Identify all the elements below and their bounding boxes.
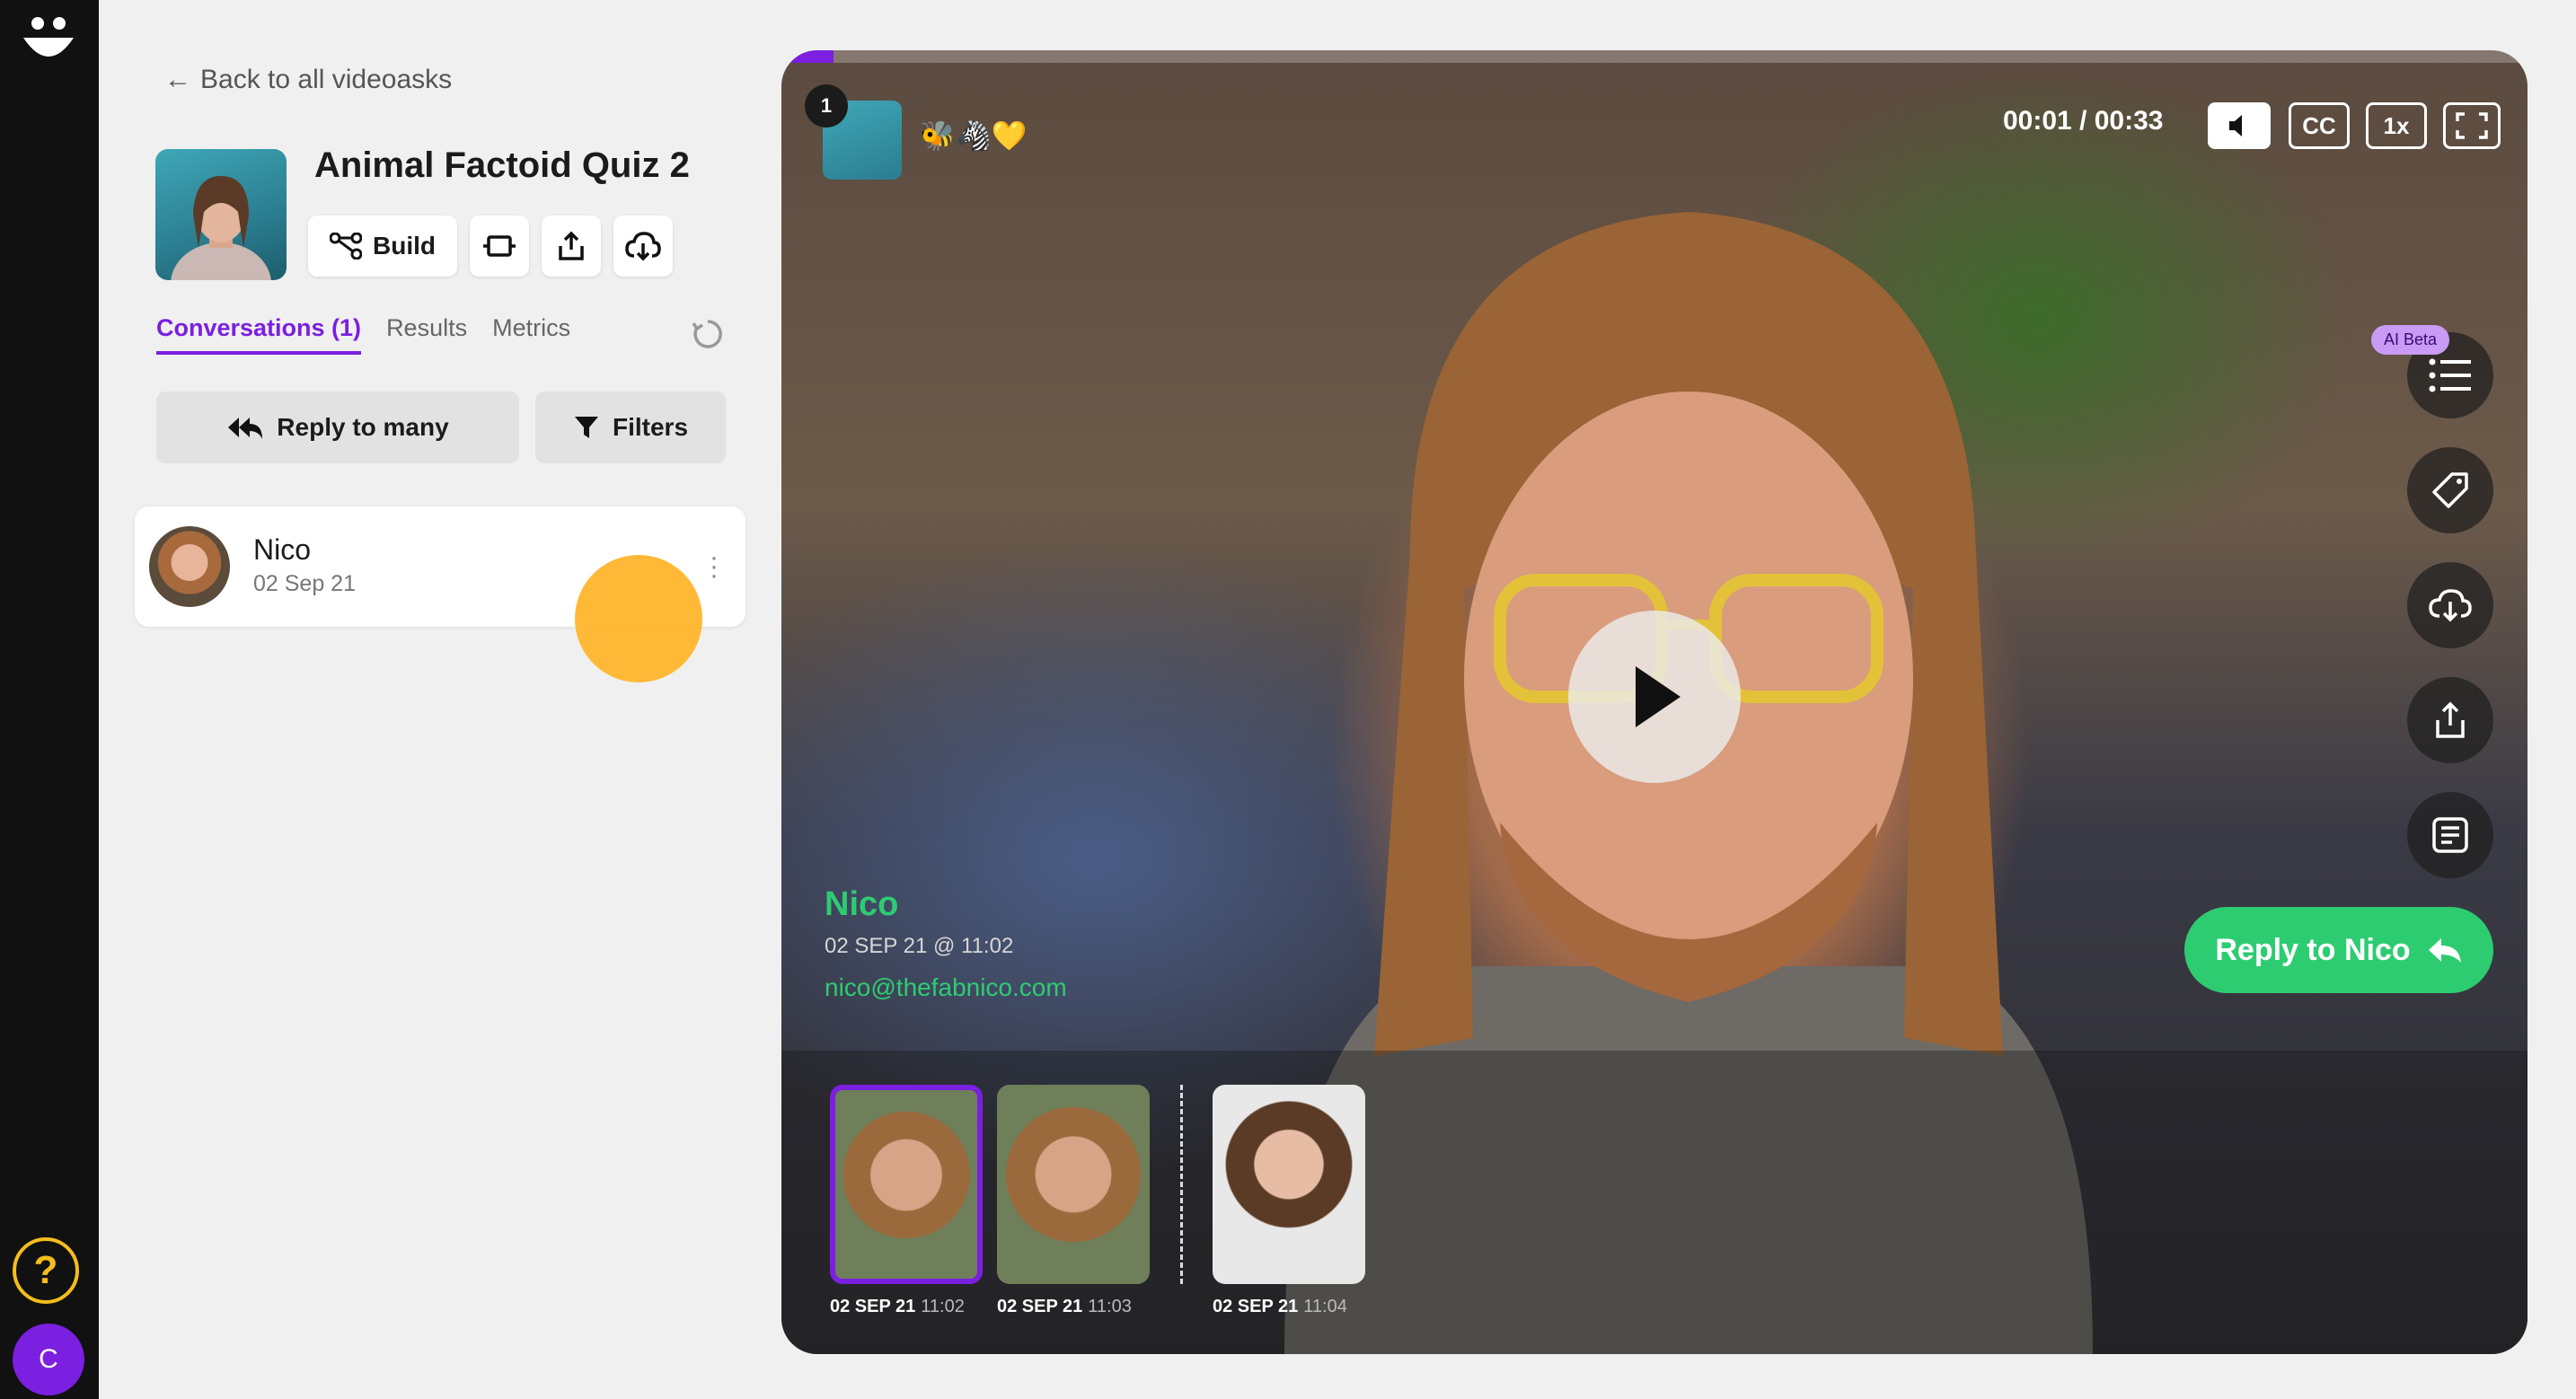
reply-to-many-label: Reply to many (277, 413, 449, 441)
conversation-name: Nico (253, 533, 312, 566)
tag-icon (2432, 472, 2468, 508)
share-video-button[interactable] (2407, 677, 2493, 763)
back-link-label: Back to all videoasks (200, 65, 453, 94)
presenter-thumbnail-image (171, 176, 271, 280)
playback-speed-button[interactable]: 1x (2366, 102, 2427, 149)
cloud-download-icon (625, 232, 661, 261)
tab-conversations[interactable]: Conversations (1) (156, 314, 362, 355)
clip-label: 02 SEP 21 11:03 (997, 1297, 1132, 1316)
more-options-icon[interactable]: · · · (710, 544, 719, 589)
play-icon (1636, 666, 1681, 727)
clip-label: 02 SEP 21 11:04 (1213, 1297, 1347, 1316)
mute-button[interactable] (2208, 102, 2271, 149)
captions-button[interactable]: CC (2289, 102, 2350, 149)
ai-beta-badge: AI Beta (2371, 325, 2450, 355)
clip-image (997, 1085, 1150, 1284)
help-button[interactable]: ? (13, 1237, 79, 1304)
step-number-badge: 1 (805, 84, 848, 128)
tab-results[interactable]: Results (386, 314, 467, 355)
progress-track[interactable] (781, 50, 2527, 63)
back-link[interactable]: ← Back to all videoasks (164, 65, 452, 95)
download-button[interactable] (613, 216, 673, 277)
share-button[interactable] (542, 216, 601, 277)
app-rail: ? C (0, 0, 99, 1399)
fullscreen-icon (2456, 112, 2488, 139)
clip-label: 02 SEP 21 11:02 (830, 1297, 965, 1316)
clip-divider (1180, 1085, 1183, 1284)
videoask-thumbnail[interactable] (155, 149, 287, 280)
step-title: 🐝🦓💛 (920, 119, 1028, 152)
clip-thumbnail[interactable]: 02 SEP 21 11:04 (1213, 1085, 1365, 1317)
progress-fill (781, 50, 834, 63)
conversation-date: 02 Sep 21 (253, 571, 356, 596)
embed-icon (483, 235, 516, 257)
playback-time: 00:01 / 00:33 (2003, 106, 2164, 136)
reply-button-label: Reply to Nico (2215, 932, 2411, 967)
list-icon (2429, 358, 2471, 392)
tab-metrics[interactable]: Metrics (492, 314, 570, 355)
transcript-icon (2432, 817, 2468, 853)
cursor-highlight (575, 555, 702, 682)
filters-label: Filters (612, 413, 689, 441)
responder-email[interactable]: nico@thefabnico.com (825, 973, 1067, 1002)
smiley-logo-icon[interactable] (20, 13, 77, 66)
tag-button[interactable] (2407, 447, 2493, 533)
fullscreen-button[interactable] (2443, 102, 2501, 149)
clip-thumbnail[interactable]: 02 SEP 21 11:02 (830, 1085, 983, 1317)
share-icon (2436, 701, 2465, 738)
filter-icon (574, 417, 598, 438)
play-button[interactable] (1568, 611, 1741, 783)
page-title: Animal Factoid Quiz 2 (314, 145, 690, 185)
reply-to-nico-button[interactable]: Reply to Nico (2184, 907, 2493, 993)
embed-button[interactable] (470, 216, 529, 277)
responder-datetime: 02 SEP 21 @ 11:02 (825, 934, 1014, 958)
responder-name: Nico (825, 885, 899, 923)
clip-image (1213, 1085, 1365, 1284)
refresh-icon[interactable] (690, 316, 726, 352)
avatar (149, 526, 230, 607)
arrow-left-icon: ← (164, 65, 191, 94)
clip-image (830, 1085, 983, 1284)
user-avatar-button[interactable]: C (13, 1324, 84, 1395)
reply-icon (2428, 938, 2461, 963)
conversation-actions: Reply to many Filters (156, 392, 726, 463)
reply-to-many-button[interactable]: Reply to many (156, 392, 519, 463)
transcript-button[interactable] (2407, 792, 2493, 878)
build-button-label: Build (373, 232, 436, 260)
conversation-tabs: Conversations (1) Results Metrics (156, 314, 570, 355)
filters-button[interactable]: Filters (535, 392, 726, 463)
video-player[interactable]: 1 🐝🦓💛 00:01 / 00:33 CC 1x AI Beta Nico 0… (781, 50, 2527, 1354)
flow-icon (330, 233, 362, 260)
download-video-button[interactable] (2407, 562, 2493, 648)
reply-all-icon (228, 418, 263, 439)
speaker-icon (2229, 115, 2242, 136)
share-icon (559, 231, 584, 260)
build-button[interactable]: Build (308, 216, 457, 277)
cloud-download-icon (2429, 589, 2472, 622)
clip-thumbnail[interactable]: 02 SEP 21 11:03 (997, 1085, 1150, 1317)
videoask-toolbar: Build (308, 216, 673, 277)
